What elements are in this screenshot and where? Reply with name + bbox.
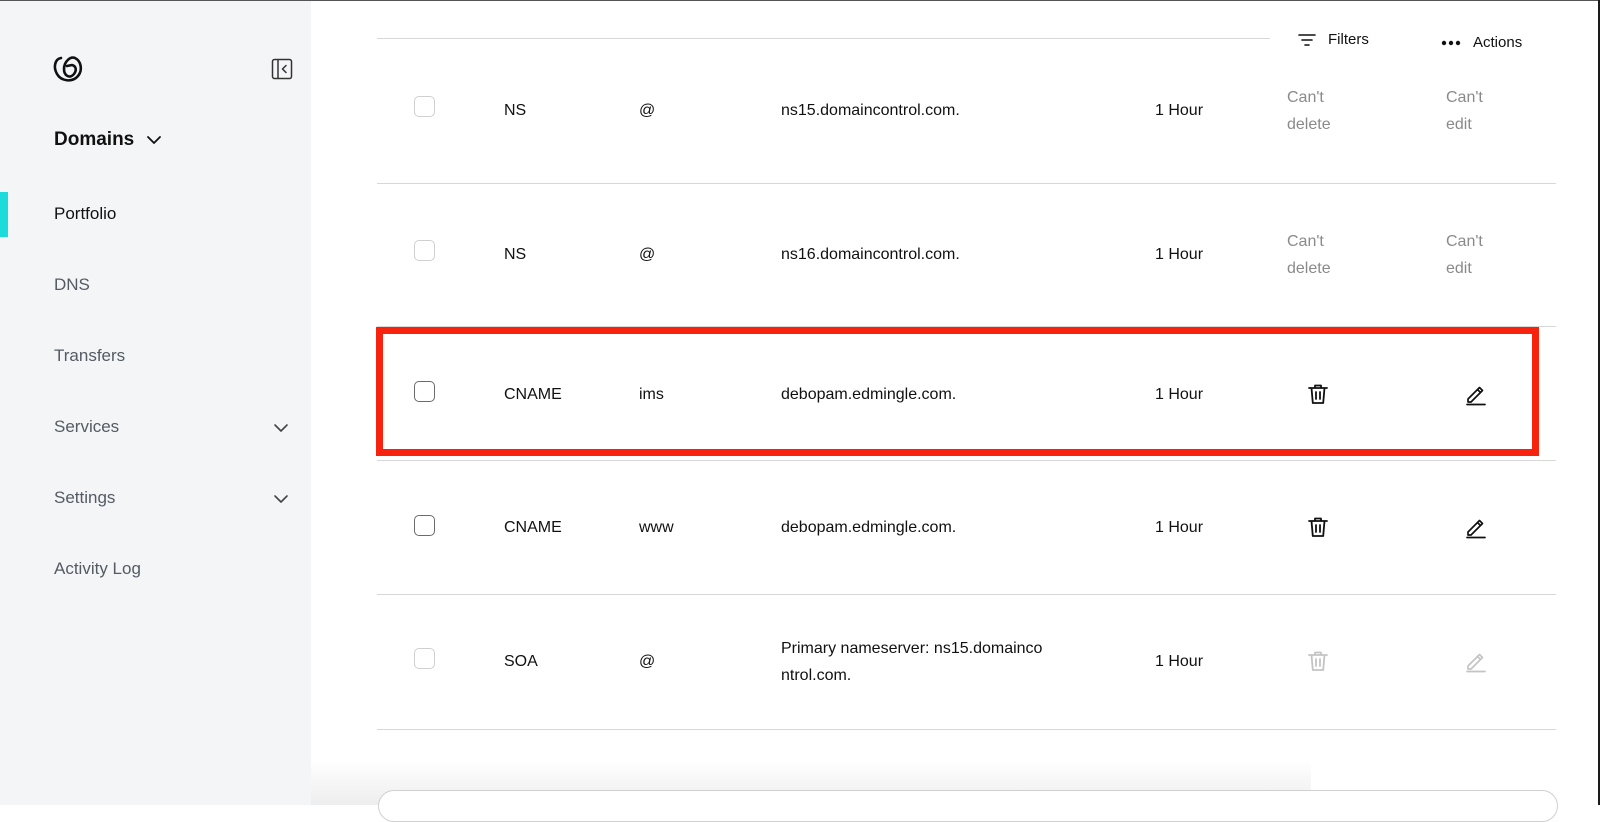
table-row: NS @ ns16.domaincontrol.com. 1 Hour Can'… bbox=[377, 183, 1556, 327]
record-name: @ bbox=[639, 653, 656, 670]
row-checkbox[interactable] bbox=[414, 648, 435, 669]
row-checkbox[interactable] bbox=[414, 515, 435, 536]
domains-section-toggle[interactable]: Domains bbox=[54, 129, 162, 151]
sidebar-item-dns[interactable]: DNS bbox=[54, 275, 90, 295]
delete-trash-icon[interactable] bbox=[1306, 515, 1330, 539]
domains-section-label: Domains bbox=[54, 129, 135, 150]
record-type: NS bbox=[504, 246, 527, 263]
sidebar-item-activity-log[interactable]: Activity Log bbox=[54, 559, 141, 579]
table-row: CNAME ims debopam.edmingle.com. 1 Hour bbox=[377, 326, 1556, 461]
edit-pencil-icon[interactable] bbox=[1464, 515, 1488, 539]
row-checkbox[interactable] bbox=[414, 96, 435, 117]
delete-trash-icon bbox=[1308, 651, 1328, 671]
delete-trash-icon[interactable] bbox=[1306, 382, 1330, 406]
chevron-down-icon bbox=[147, 136, 162, 144]
edit-pencil-icon[interactable] bbox=[1464, 382, 1488, 406]
sidebar-item-settings[interactable]: Settings bbox=[54, 488, 115, 508]
delete-status-text: Can't delete bbox=[1287, 89, 1331, 133]
record-ttl: 1 Hour bbox=[1155, 386, 1204, 403]
record-ttl: 1 Hour bbox=[1155, 653, 1204, 670]
record-type: NS bbox=[504, 102, 527, 119]
record-ttl: 1 Hour bbox=[1155, 246, 1204, 263]
sidebar-item-services[interactable]: Services bbox=[54, 417, 119, 437]
record-name: @ bbox=[639, 246, 656, 263]
record-name: @ bbox=[639, 102, 656, 119]
edit-pencil-icon bbox=[1466, 653, 1486, 673]
edit-status-text: Can't edit bbox=[1446, 89, 1483, 133]
edit-status-text: Can't edit bbox=[1446, 233, 1483, 277]
row-checkbox[interactable] bbox=[414, 381, 435, 402]
record-value: debopam.edmingle.com. bbox=[781, 519, 957, 536]
table-row: SOA @ Primary nameserver: ns15.domainco … bbox=[377, 594, 1556, 730]
record-name: ims bbox=[639, 386, 664, 403]
delete-status-text: Can't delete bbox=[1287, 233, 1331, 277]
record-type: CNAME bbox=[504, 519, 562, 536]
sidebar-collapse-icon[interactable] bbox=[271, 58, 293, 80]
sidebar-item-portfolio[interactable]: Portfolio bbox=[54, 204, 116, 224]
record-ttl: 1 Hour bbox=[1155, 519, 1204, 536]
dns-records-panel: Filters Actions NS @ ns15.domaincontrol.… bbox=[311, 1, 1598, 805]
table-row: CNAME www debopam.edmingle.com. 1 Hour bbox=[377, 460, 1556, 595]
record-value: debopam.edmingle.com. bbox=[781, 386, 957, 403]
bottom-card-edge bbox=[378, 790, 1558, 822]
record-value: Primary nameserver: ns15.domainco ntrol.… bbox=[781, 640, 1043, 684]
record-type: CNAME bbox=[504, 386, 562, 403]
godaddy-logo-icon[interactable] bbox=[52, 54, 84, 84]
sidebar: Domains Portfolio DNS Transfers Services… bbox=[0, 1, 311, 805]
chevron-down-icon[interactable] bbox=[271, 418, 291, 438]
record-ttl: 1 Hour bbox=[1155, 102, 1204, 119]
active-indicator bbox=[0, 192, 8, 237]
chevron-down-icon[interactable] bbox=[271, 489, 291, 509]
record-type: SOA bbox=[504, 653, 538, 670]
sidebar-item-transfers[interactable]: Transfers bbox=[54, 346, 125, 366]
row-checkbox[interactable] bbox=[414, 240, 435, 261]
record-value: ns16.domaincontrol.com. bbox=[781, 246, 960, 263]
table-row: NS @ ns15.domaincontrol.com. 1 Hour Can'… bbox=[377, 39, 1556, 184]
record-value: ns15.domaincontrol.com. bbox=[781, 102, 960, 119]
record-name: www bbox=[639, 519, 674, 536]
